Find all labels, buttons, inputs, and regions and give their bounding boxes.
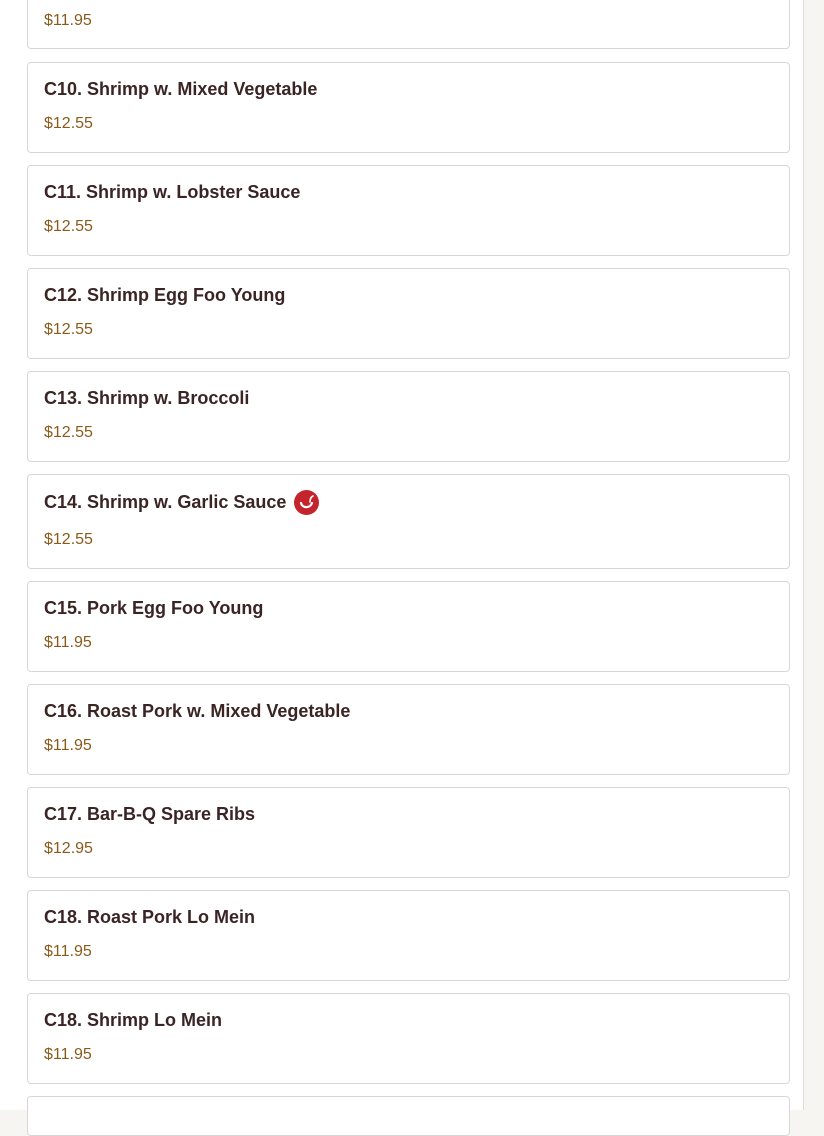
menu-item-name-text: C16. Roast Pork w. Mixed Vegetable	[44, 701, 351, 721]
menu-item-card[interactable]	[27, 1096, 790, 1136]
menu-item-name: C12. Shrimp Egg Foo Young	[44, 285, 285, 306]
menu-item-card[interactable]: C18. Shrimp Lo Mein $11.95	[27, 993, 790, 1084]
menu-item-price: $12.55	[44, 531, 93, 548]
menu-item-price: $12.55	[44, 218, 93, 235]
menu-item-name: C14. Shrimp w. Garlic Sauce	[44, 490, 320, 515]
menu-item-name: C13. Shrimp w. Broccoli	[44, 388, 249, 409]
menu-item-price: $11.95	[44, 634, 92, 651]
menu-item-name-text: C17. Bar-B-Q Spare Ribs	[44, 804, 256, 824]
menu-item-name: C11. Shrimp w. Lobster Sauce	[44, 182, 300, 203]
menu-item-name: C16. Roast Pork w. Mixed Vegetable	[44, 701, 350, 722]
menu-item-name-text: C18. Shrimp Lo Mein	[44, 1010, 223, 1030]
menu-item-price: $11.95	[44, 943, 92, 960]
spicy-pepper-icon	[294, 490, 320, 515]
menu-item-name: C18. Roast Pork Lo Mein	[44, 907, 255, 928]
menu-item-card[interactable]: C15. Pork Egg Foo Young $11.95	[27, 581, 790, 672]
menu-item-price: $12.55	[44, 321, 93, 338]
menu-item-name: C18. Shrimp Lo Mein	[44, 1010, 222, 1031]
menu-item-card[interactable]: C13. Shrimp w. Broccoli $12.55	[27, 371, 790, 462]
menu-item-name-text: C13. Shrimp w. Broccoli	[44, 388, 250, 408]
menu-item-name-text: C10. Shrimp w. Mixed Vegetable	[44, 79, 318, 99]
menu-item-card[interactable]: C12. Shrimp Egg Foo Young $12.55	[27, 268, 790, 359]
menu-item-name: C17. Bar-B-Q Spare Ribs	[44, 804, 255, 825]
menu-item-card[interactable]: C18. Roast Pork Lo Mein $11.95	[27, 890, 790, 981]
menu-item-list: $11.95 C10. Shrimp w. Mixed Vegetable $1…	[0, 0, 804, 1136]
menu-item-price: $12.95	[44, 840, 93, 857]
menu-item-card[interactable]: C14. Shrimp w. Garlic Sauce $12.55	[27, 474, 790, 569]
menu-item-card[interactable]: C17. Bar-B-Q Spare Ribs $12.95	[27, 787, 790, 878]
menu-item-name-text: C14. Shrimp w. Garlic Sauce	[44, 492, 287, 512]
menu-item-name: C15. Pork Egg Foo Young	[44, 598, 263, 619]
menu-item-card[interactable]: C11. Shrimp w. Lobster Sauce $12.55	[27, 165, 790, 256]
menu-item-name-text: C18. Roast Pork Lo Mein	[44, 907, 256, 927]
menu-item-name: C10. Shrimp w. Mixed Vegetable	[44, 79, 317, 100]
menu-item-card[interactable]: C16. Roast Pork w. Mixed Vegetable $11.9…	[27, 684, 790, 775]
menu-item-name-text: C15. Pork Egg Foo Young	[44, 598, 264, 618]
menu-item-card[interactable]: C10. Shrimp w. Mixed Vegetable $12.55	[27, 62, 790, 153]
menu-item-price: $11.95	[44, 737, 92, 754]
menu-item-price: $11.95	[44, 12, 92, 29]
menu-item-price: $12.55	[44, 424, 93, 441]
menu-item-name-text: C12. Shrimp Egg Foo Young	[44, 285, 286, 305]
menu-item-name-text: C11. Shrimp w. Lobster Sauce	[44, 182, 301, 202]
menu-item-price: $12.55	[44, 115, 93, 132]
menu-item-card[interactable]: $11.95	[27, 0, 790, 49]
menu-item-price: $11.95	[44, 1046, 92, 1063]
